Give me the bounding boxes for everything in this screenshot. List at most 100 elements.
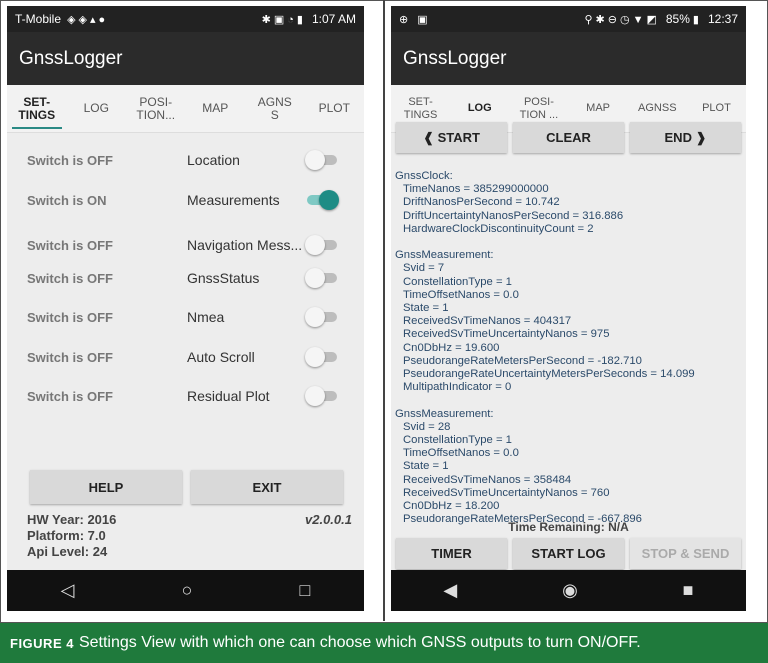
setting-name: Residual Plot xyxy=(187,388,270,404)
clear-button[interactable]: CLEAR xyxy=(513,122,624,153)
recents-icon[interactable]: ■ xyxy=(683,580,694,601)
stop-send-button: STOP & SEND xyxy=(630,538,741,569)
exit-button[interactable]: EXIT xyxy=(191,470,343,504)
panel-divider xyxy=(383,0,385,621)
tab-bar: SET- TINGS LOG POSI- TION... MAP AGNS S PLOT xyxy=(7,85,364,133)
tab-5[interactable]: PLOT xyxy=(305,85,365,132)
log-line: GnssMeasurement: xyxy=(395,249,494,262)
log-line: Svid = 28 xyxy=(403,420,451,433)
log-line: MultipathIndicator = 0 xyxy=(403,381,512,394)
log-line: State = 1 xyxy=(403,302,449,315)
toggle-switch[interactable] xyxy=(305,190,339,210)
log-line: GnssMeasurement: xyxy=(395,407,494,420)
setting-row: Switch is OFF GnssStatus xyxy=(7,264,364,292)
notification-icons: ◈◈▴● xyxy=(61,13,109,26)
toggle-switch[interactable] xyxy=(305,386,339,406)
setting-row: Switch is OFF Residual Plot xyxy=(7,382,364,410)
system-icons: ✱▣◔▮ xyxy=(261,13,306,26)
log-line: DriftNanosPerSecond = 10.742 xyxy=(403,196,560,209)
caption-text: Settings View with which one can choose … xyxy=(78,634,641,651)
status-bar: T-Mobile ◈◈▴● ✱▣◔▮ 1:07 AM xyxy=(7,6,364,32)
home-icon[interactable]: ○ xyxy=(182,580,193,601)
log-line: PseudorangeRateMetersPerSecond = -182.71… xyxy=(403,354,642,367)
log-line: TimeNanos = 385299000000 xyxy=(403,183,549,196)
log-line: PseudorangeRateUncertaintyMetersPerSecon… xyxy=(403,368,695,381)
toggle-switch[interactable] xyxy=(305,347,339,367)
setting-row: Switch is ON Measurements xyxy=(7,186,364,214)
figure-caption: FIGURE 4 Settings View with which one ca… xyxy=(0,623,768,663)
log-line: ConstellationType = 1 xyxy=(403,275,512,288)
switch-status: Switch is OFF xyxy=(27,237,113,253)
recents-icon[interactable]: □ xyxy=(300,580,311,601)
tab-2[interactable]: POSI- TION... xyxy=(126,85,186,132)
tab-4[interactable]: AGNS S xyxy=(245,85,305,132)
log-line: Cn0DbHz = 18.200 xyxy=(403,500,500,513)
log-line: ReceivedSvTimeUncertaintyNanos = 975 xyxy=(403,328,610,341)
toggle-thumb xyxy=(305,235,325,255)
toggle-switch[interactable] xyxy=(305,268,339,288)
setting-row: Switch is OFF Auto Scroll xyxy=(7,343,364,371)
setting-row: Switch is OFF Location xyxy=(7,146,364,174)
toggle-thumb xyxy=(319,190,339,210)
setting-name: Navigation Mess... xyxy=(187,237,303,253)
log-line: State = 1 xyxy=(403,460,449,473)
time-remaining: Time Remaining: N/A xyxy=(508,520,629,534)
switch-status: Switch is OFF xyxy=(27,388,113,404)
log-line: ReceivedSvTimeNanos = 358484 xyxy=(403,473,572,486)
back-icon[interactable]: ◁ xyxy=(61,580,75,601)
start-log-button[interactable]: START LOG xyxy=(513,538,624,569)
notification-icons: ⊕ ▣ xyxy=(399,13,431,26)
switch-status: Switch is OFF xyxy=(27,349,113,365)
end-button[interactable]: END ❱ xyxy=(630,122,741,153)
setting-name: Location xyxy=(187,152,240,168)
nav-bar: ◁ ○ □ xyxy=(7,570,364,611)
carrier-name: T-Mobile xyxy=(15,12,62,26)
app-version: v2.0.0.1 xyxy=(305,512,352,527)
toggle-thumb xyxy=(305,386,325,406)
toggle-switch[interactable] xyxy=(305,235,339,255)
figure-number: FIGURE 4 xyxy=(10,635,74,651)
log-line: Cn0DbHz = 19.600 xyxy=(403,341,500,354)
tab-1[interactable]: LOG xyxy=(67,85,127,132)
toggle-thumb xyxy=(305,347,325,367)
toggle-thumb xyxy=(305,150,325,170)
battery-percent: 85% xyxy=(665,12,690,26)
switch-status: Switch is OFF xyxy=(27,270,113,286)
battery-icon: ▮ xyxy=(692,13,702,26)
log-line: ReceivedSvTimeNanos = 404317 xyxy=(403,315,572,328)
setting-name: Auto Scroll xyxy=(187,349,255,365)
system-icons: ⚲✱⊖◷▼◩ xyxy=(584,13,660,26)
tab-3[interactable]: MAP xyxy=(186,85,246,132)
log-line: Svid = 7 xyxy=(403,262,445,275)
log-line: HardwareClockDiscontinuityCount = 2 xyxy=(403,222,594,235)
tab-0[interactable]: SET- TINGS xyxy=(7,85,67,132)
hw-year: HW Year: 2016 xyxy=(27,512,117,527)
start-button[interactable]: ❰ START xyxy=(396,122,507,153)
setting-row: Switch is OFF Navigation Mess... xyxy=(7,231,364,259)
home-icon[interactable]: ◉ xyxy=(562,580,578,601)
help-button[interactable]: HELP xyxy=(30,470,182,504)
log-line: ConstellationType = 1 xyxy=(403,434,512,447)
setting-name: Nmea xyxy=(187,309,225,325)
back-icon[interactable]: ◀ xyxy=(443,580,457,601)
log-output[interactable]: GnssClock: TimeNanos = 385299000000 DriftN… xyxy=(391,170,746,526)
log-line: GnssClock: xyxy=(395,170,453,182)
timer-button[interactable]: TIMER xyxy=(396,538,507,569)
setting-name: GnssStatus xyxy=(187,270,260,286)
toggle-thumb xyxy=(305,307,325,327)
log-line: DriftUncertaintyNanosPerSecond = 316.886 xyxy=(403,209,624,222)
log-line: TimeOffsetNanos = 0.0 xyxy=(403,447,519,460)
setting-name: Measurements xyxy=(187,192,280,208)
status-time: 12:37 xyxy=(707,12,738,26)
toggle-switch[interactable] xyxy=(305,307,339,327)
status-time: 1:07 AM xyxy=(311,12,356,26)
toggle-thumb xyxy=(305,268,325,288)
switch-status: Switch is OFF xyxy=(27,309,113,325)
toggle-switch[interactable] xyxy=(305,150,339,170)
nav-bar: ◀ ◉ ■ xyxy=(391,570,746,611)
app-title: GnssLogger xyxy=(7,32,364,85)
log-line: TimeOffsetNanos = 0.0 xyxy=(403,288,519,301)
platform: Platform: 7.0 xyxy=(27,528,106,543)
settings-screen: T-Mobile ◈◈▴● ✱▣◔▮ 1:07 AM GnssLogger SE… xyxy=(7,6,364,611)
